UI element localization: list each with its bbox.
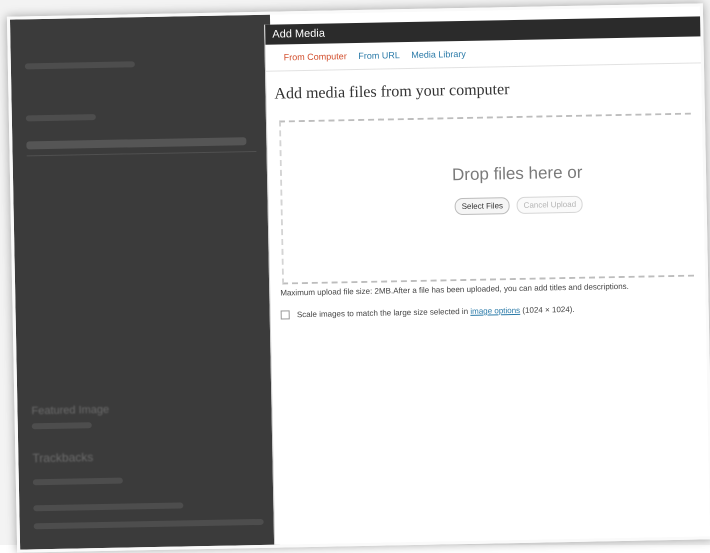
tab-from-url[interactable]: From URL (358, 42, 400, 69)
cancel-upload-button[interactable]: Cancel Upload (516, 195, 584, 214)
scale-size-text: (1024 × 1024). (522, 304, 575, 315)
drop-instructions: Drop files here or (451, 162, 583, 185)
backdrop-label-featured: Featured Image (31, 403, 110, 418)
blurred-divider (26, 150, 257, 157)
screen-print: Featured Image Trackbacks Add Media From… (6, 3, 710, 553)
max-upload-note: Maximum upload file size: 2MB.After a fi… (280, 281, 629, 298)
scale-images-row: Scale images to match the large size sel… (280, 304, 575, 320)
blurred-editor-backdrop: Featured Image Trackbacks (9, 14, 281, 550)
blurred-line (31, 422, 92, 430)
blurred-line (33, 518, 264, 530)
image-options-link[interactable]: image options (470, 306, 520, 316)
scale-images-checkbox[interactable] (280, 310, 290, 320)
scale-images-label: Scale images to match the large size sel… (296, 306, 469, 320)
blurred-line (33, 502, 184, 512)
add-media-modal: Add Media From Computer From URL Media L… (264, 16, 710, 545)
backdrop-label-trackbacks: Trackbacks (32, 450, 94, 466)
tab-from-computer[interactable]: From Computer (284, 43, 348, 70)
blurred-toolbar (26, 137, 247, 150)
select-files-button[interactable]: Select Files (454, 197, 511, 216)
blurred-line (24, 61, 135, 70)
blurred-line (32, 477, 123, 486)
tab-media-library[interactable]: Media Library (411, 41, 466, 68)
blurred-line (25, 114, 96, 122)
page-heading: Add media files from your computer (274, 81, 510, 103)
photo-background: Featured Image Trackbacks Add Media From… (0, 0, 710, 553)
drop-zone[interactable]: Drop files here or Select Files Cancel U… (278, 112, 695, 285)
